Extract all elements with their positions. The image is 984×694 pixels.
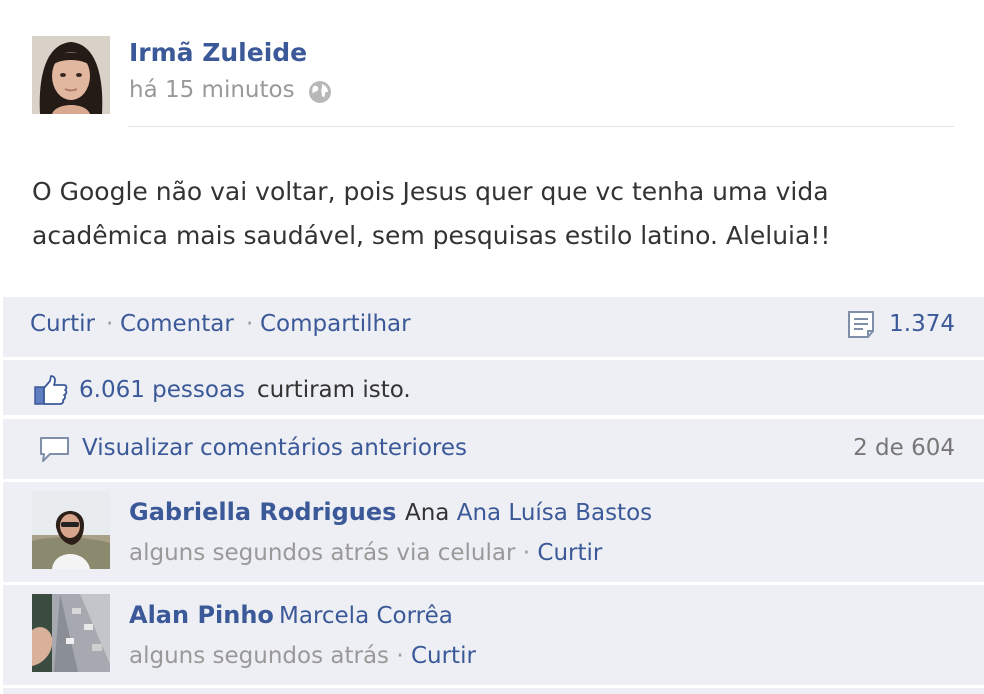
previous-comments-row: Visualizar comentários anteriores 2 de 6… <box>3 419 984 479</box>
comment-text: Marcela Corrêa <box>279 603 453 629</box>
comment-meta: alguns segundos atrás via celular · Curt… <box>129 540 602 566</box>
post-timestamp[interactable]: há 15 minutos <box>129 77 295 103</box>
comment-like-link[interactable]: Curtir <box>537 540 602 566</box>
globe-icon[interactable] <box>307 79 333 105</box>
header-divider <box>128 126 954 127</box>
view-previous-comments-link[interactable]: Visualizar comentários anteriores <box>82 435 467 461</box>
comment-meta: alguns segundos atrás · Curtir <box>129 643 476 669</box>
meta-separator: · <box>522 540 531 566</box>
comment-timestamp: alguns segundos atrás via celular <box>129 540 516 566</box>
comment-link[interactable]: Comentar <box>120 311 234 337</box>
action-separator: · <box>106 311 114 337</box>
comment-like-link[interactable]: Curtir <box>411 643 476 669</box>
share-link[interactable]: Compartilhar <box>260 311 411 337</box>
likes-count-link[interactable]: 6.061 pessoas <box>79 377 245 403</box>
bottom-strip <box>3 688 984 694</box>
comment-timestamp: alguns segundos atrás <box>129 643 390 669</box>
comments-count: 2 de 604 <box>853 435 955 461</box>
action-separator: · <box>246 311 254 337</box>
post-text: O Google não vai voltar, pois Jesus quer… <box>32 177 831 250</box>
author-avatar[interactable] <box>32 36 110 114</box>
tagged-user-link[interactable]: Marcela Corrêa <box>279 603 453 629</box>
comment-item: Gabriella Rodrigues Ana Ana Luísa Bastos… <box>3 482 984 582</box>
tagged-user-link[interactable]: Ana Luísa Bastos <box>457 500 652 526</box>
author-name[interactable]: Irmã Zuleide <box>129 38 307 67</box>
commenter-avatar[interactable] <box>32 594 110 672</box>
speech-bubble-icon <box>37 435 73 467</box>
likes-row: 6.061 pessoas curtiram isto. <box>3 360 984 415</box>
commenter-name[interactable]: Alan Pinho <box>129 601 274 629</box>
likes-suffix: curtiram isto. <box>257 377 411 403</box>
share-icon[interactable] <box>846 310 878 340</box>
meta-separator: · <box>396 643 404 669</box>
comment-item: Alan Pinho Marcela Corrêa alguns segundo… <box>3 585 984 685</box>
like-link[interactable]: Curtir <box>30 311 95 337</box>
share-count[interactable]: 1.374 <box>889 311 955 337</box>
commenter-name[interactable]: Gabriella Rodrigues <box>129 498 396 526</box>
action-bar: Curtir · Comentar · Compartilhar 1.374 <box>3 297 984 357</box>
thumbs-up-icon <box>33 374 69 406</box>
commenter-avatar[interactable] <box>32 491 110 569</box>
comment-text-plain: Ana <box>405 500 450 526</box>
comment-text: Ana Ana Luísa Bastos <box>405 500 652 526</box>
facebook-post: Irmã Zuleide há 15 minutos O Google não … <box>0 0 984 694</box>
